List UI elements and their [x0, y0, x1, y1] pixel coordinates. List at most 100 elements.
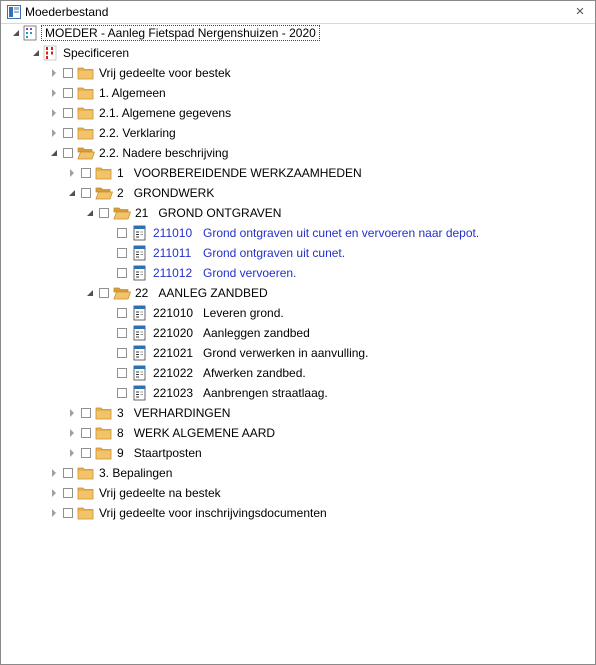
collapsed-arrow-icon[interactable] [49, 123, 59, 143]
node-text: Aanleggen zandbed [203, 326, 310, 340]
collapsed-arrow-icon[interactable] [49, 503, 59, 523]
tree-node-label[interactable]: 221021 Grond verwerken in aanvulling. [153, 343, 368, 363]
tree-node-221022[interactable]: 221022 Afwerken zandbed. [103, 363, 306, 383]
tree-node-221023[interactable]: 221023 Aanbrengen straatlaag. [103, 383, 328, 403]
tree-node-211011[interactable]: 211011 Grond ontgraven uit cunet. [103, 243, 345, 263]
tree-node-label[interactable]: Vrij gedeelte na bestek [99, 483, 221, 503]
tree-checkbox[interactable] [81, 168, 91, 178]
tree-checkbox[interactable] [81, 428, 91, 438]
expanded-arrow-icon[interactable] [49, 143, 59, 163]
tree-checkbox[interactable] [63, 108, 73, 118]
expanded-arrow-icon[interactable] [85, 203, 95, 223]
tree-checkbox[interactable] [63, 128, 73, 138]
tree-node-specificeren[interactable]: Specificeren [31, 43, 129, 63]
tree-checkbox[interactable] [63, 488, 73, 498]
tree-node-221010[interactable]: 221010 Leveren grond. [103, 303, 284, 323]
specificeren-label[interactable]: Specificeren [63, 43, 129, 63]
tree-checkbox[interactable] [117, 348, 127, 358]
tree-node-label[interactable]: 221010 Leveren grond. [153, 303, 284, 323]
tree-checkbox[interactable] [117, 228, 127, 238]
root-label[interactable]: MOEDER - Aanleg Fietspad Nergenshuizen -… [41, 25, 320, 41]
tree-checkbox[interactable] [81, 408, 91, 418]
tree-checkbox[interactable] [117, 368, 127, 378]
tree-checkbox[interactable] [117, 268, 127, 278]
tree-node-221020[interactable]: 221020 Aanleggen zandbed [103, 323, 310, 343]
tree-node-grond-ontgraven[interactable]: 21 GROND ONTGRAVEN [85, 203, 281, 223]
close-icon[interactable]: × [573, 4, 587, 20]
expanded-arrow-icon[interactable] [85, 283, 95, 303]
tree-node-vrij-inschrijving[interactable]: Vrij gedeelte voor inschrijvingsdocument… [49, 503, 327, 523]
tree-node-werk-algemene-aard[interactable]: 8 WERK ALGEMENE AARD [67, 423, 275, 443]
tree-node-label[interactable]: 221023 Aanbrengen straatlaag. [153, 383, 328, 403]
tree-checkbox[interactable] [117, 308, 127, 318]
tree-node-label[interactable]: 211012 Grond vervoeren. [153, 263, 296, 283]
tree-node-label[interactable]: 22 AANLEG ZANDBED [135, 283, 268, 303]
tree-node-aanleg-zandbed[interactable]: 22 AANLEG ZANDBED [85, 283, 268, 303]
collapsed-arrow-icon[interactable] [67, 443, 77, 463]
collapsed-arrow-icon[interactable] [49, 63, 59, 83]
tree-checkbox[interactable] [99, 208, 109, 218]
article-code: 221022 [153, 366, 194, 380]
tree-checkbox[interactable] [99, 288, 109, 298]
collapsed-arrow-icon[interactable] [49, 103, 59, 123]
tree-node-221021[interactable]: 221021 Grond verwerken in aanvulling. [103, 343, 368, 363]
folder-icon [95, 165, 113, 181]
expanded-arrow-icon[interactable] [31, 43, 41, 63]
tree-node-label[interactable]: 3 VERHARDINGEN [117, 403, 230, 423]
tree-node-root[interactable]: MOEDER - Aanleg Fietspad Nergenshuizen -… [11, 23, 320, 43]
collapsed-arrow-icon[interactable] [49, 483, 59, 503]
tree-checkbox[interactable] [117, 328, 127, 338]
tree-checkbox[interactable] [81, 188, 91, 198]
tree-checkbox[interactable] [117, 388, 127, 398]
expanded-arrow-icon[interactable] [67, 183, 77, 203]
tree-node-label[interactable]: 221020 Aanleggen zandbed [153, 323, 310, 343]
tree-node-algemeen[interactable]: 1. Algemeen [49, 83, 166, 103]
node-text: WERK ALGEMENE AARD [133, 426, 276, 440]
tree-node-label[interactable]: 2.2. Nadere beschrijving [99, 143, 228, 163]
tree-node-nadere-beschrijving[interactable]: 2.2. Nadere beschrijving [49, 143, 228, 163]
folder-open-icon [113, 205, 131, 221]
tree-node-verklaring[interactable]: 2.2. Verklaring [49, 123, 176, 143]
collapsed-arrow-icon[interactable] [67, 163, 77, 183]
tree-node-grondwerk[interactable]: 2 GRONDWERK [67, 183, 214, 203]
tree-node-label[interactable]: 8 WERK ALGEMENE AARD [117, 423, 275, 443]
tree-node-label[interactable]: Vrij gedeelte voor bestek [99, 63, 231, 83]
tree-checkbox[interactable] [63, 508, 73, 518]
tree-node-label[interactable]: 1 VOORBEREIDENDE WERKZAAMHEDEN [117, 163, 362, 183]
tree-node-label[interactable]: 9 Staartposten [117, 443, 202, 463]
tree-node-algemene-gegevens[interactable]: 2.1. Algemene gegevens [49, 103, 231, 123]
tree-checkbox[interactable] [81, 448, 91, 458]
tree-node-label[interactable]: 3. Bepalingen [99, 463, 172, 483]
tree-node-211012[interactable]: 211012 Grond vervoeren. [103, 263, 296, 283]
tree-node-label[interactable]: 1. Algemeen [99, 83, 166, 103]
tree-node-label[interactable]: 2.1. Algemene gegevens [99, 103, 231, 123]
tree-node-label[interactable]: 2.2. Verklaring [99, 123, 176, 143]
tree-checkbox[interactable] [117, 248, 127, 258]
expanded-arrow-icon[interactable] [11, 23, 21, 43]
tree-checkbox[interactable] [63, 468, 73, 478]
tree-checkbox[interactable] [63, 148, 73, 158]
tree-node-label[interactable]: 2 GRONDWERK [117, 183, 214, 203]
collapsed-arrow-icon[interactable] [49, 463, 59, 483]
tree-node-label[interactable]: 211010 Grond ontgraven uit cunet en vervo… [153, 223, 479, 243]
tree-node-vrij-voor-bestek[interactable]: Vrij gedeelte voor bestek [49, 63, 231, 83]
tree-node-bepalingen[interactable]: 3. Bepalingen [49, 463, 172, 483]
tree-checkbox[interactable] [63, 88, 73, 98]
tree-node-211010[interactable]: 211010 Grond ontgraven uit cunet en vervo… [103, 223, 479, 243]
collapsed-arrow-icon[interactable] [67, 423, 77, 443]
tree-node-staartposten[interactable]: 9 Staartposten [67, 443, 202, 463]
tree-node-verhardingen[interactable]: 3 VERHARDINGEN [67, 403, 230, 423]
tree-node-voorbereidende[interactable]: 1 VOORBEREIDENDE WERKZAAMHEDEN [67, 163, 362, 183]
collapsed-arrow-icon[interactable] [49, 83, 59, 103]
tree-node-vrij-na-bestek[interactable]: Vrij gedeelte na bestek [49, 483, 221, 503]
tree-node-label[interactable]: 211011 Grond ontgraven uit cunet. [153, 243, 345, 263]
tree-node-label[interactable]: Vrij gedeelte voor inschrijvingsdocument… [99, 503, 327, 523]
tree-node-label[interactable]: 21 GROND ONTGRAVEN [135, 203, 281, 223]
tree-checkbox[interactable] [63, 68, 73, 78]
folder-icon [77, 505, 95, 521]
collapsed-arrow-icon[interactable] [67, 403, 77, 423]
tree-node-label[interactable]: 221022 Afwerken zandbed. [153, 363, 306, 383]
